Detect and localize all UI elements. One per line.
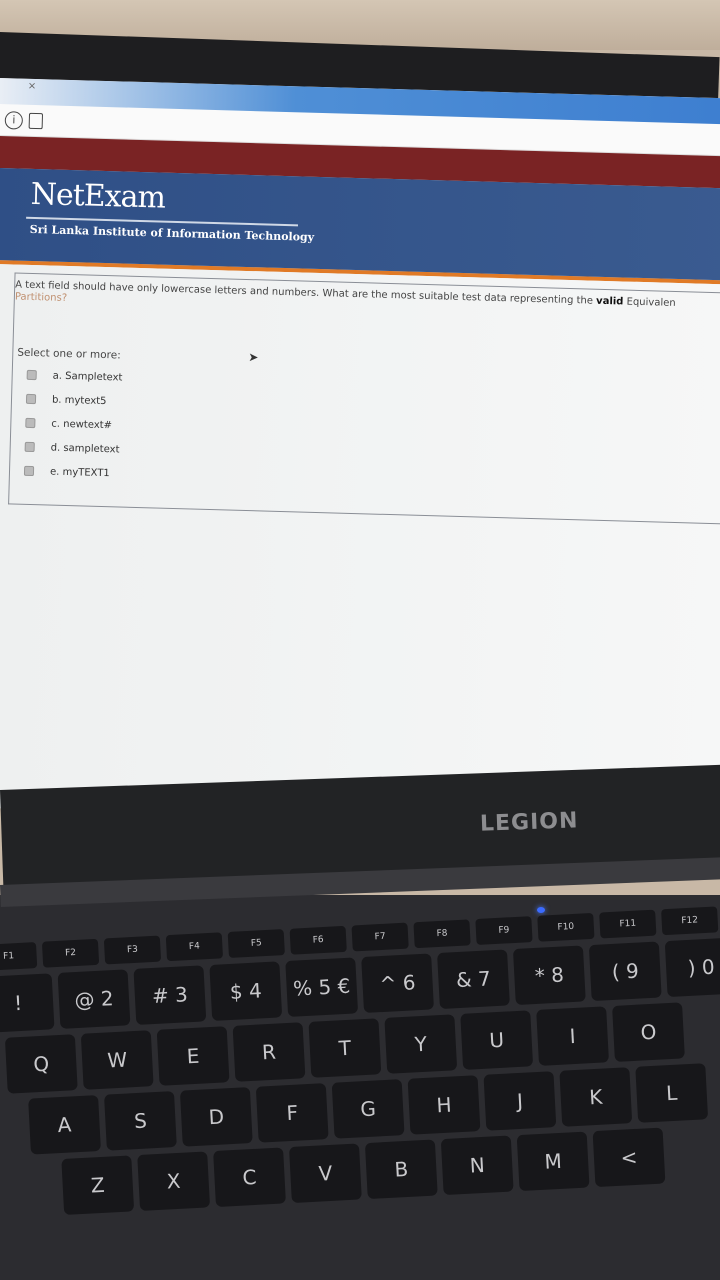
- power-led-icon: [537, 907, 545, 913]
- key[interactable]: F12: [661, 906, 719, 936]
- brand-logo: LEGION: [479, 808, 579, 837]
- key[interactable]: $ 4: [209, 961, 283, 1021]
- option-label: c. newtext#: [51, 418, 113, 431]
- key[interactable]: R: [232, 1022, 306, 1082]
- key[interactable]: K: [559, 1067, 633, 1127]
- key[interactable]: F8: [413, 919, 471, 949]
- question-emphasis: valid: [595, 295, 624, 308]
- key[interactable]: F10: [537, 912, 595, 942]
- checkbox[interactable]: [25, 417, 36, 429]
- key[interactable]: V: [289, 1143, 362, 1204]
- option-label: e. myTEXT1: [49, 466, 110, 479]
- page-icon[interactable]: [28, 112, 44, 129]
- key[interactable]: T: [308, 1018, 382, 1078]
- keyboard: F1 F2 F3 F4 F5 F6 F7 F8 F9 F10 F11 F12 ! @ 2 # 3 $ 4% …: [0, 904, 720, 1224]
- key[interactable]: M: [516, 1131, 590, 1192]
- mouse-cursor-icon: ➤: [248, 350, 259, 365]
- checkbox[interactable]: [26, 369, 37, 381]
- key[interactable]: S: [104, 1091, 177, 1151]
- info-icon[interactable]: i: [4, 110, 24, 130]
- key[interactable]: ( 9: [588, 941, 662, 1002]
- checkbox[interactable]: [24, 441, 35, 453]
- key[interactable]: X: [137, 1151, 211, 1211]
- key[interactable]: F9: [475, 916, 533, 946]
- key[interactable]: F6: [289, 925, 347, 955]
- key[interactable]: L: [635, 1063, 709, 1123]
- key[interactable]: Z: [61, 1155, 135, 1215]
- key[interactable]: % 5 €: [285, 957, 359, 1017]
- key[interactable]: F5: [227, 929, 285, 958]
- question-text-part: Equivalen: [623, 296, 676, 309]
- key[interactable]: # 3: [133, 965, 207, 1025]
- key[interactable]: F7: [351, 922, 409, 952]
- key[interactable]: J: [483, 1071, 557, 1131]
- key[interactable]: Y: [384, 1014, 458, 1074]
- option-label: d. sampletext: [50, 442, 120, 455]
- key[interactable]: ^ 6: [361, 953, 434, 1013]
- key[interactable]: F3: [103, 935, 162, 965]
- key[interactable]: C: [213, 1147, 286, 1208]
- key[interactable]: ) 0: [664, 937, 720, 998]
- key[interactable]: Q: [4, 1034, 78, 1094]
- site-subtitle: Sri Lanka Institute of Information Techn…: [29, 222, 315, 244]
- key[interactable]: F2: [41, 938, 100, 968]
- key[interactable]: @ 2: [57, 969, 131, 1029]
- key[interactable]: F11: [599, 909, 657, 939]
- site-logo[interactable]: NetExam: [30, 177, 165, 216]
- key[interactable]: H: [407, 1075, 481, 1135]
- page-content: A text field should have only lowercase …: [0, 263, 720, 829]
- laptop-screen: × i NetExam Sri Lanka Institute of Infor…: [0, 78, 720, 829]
- key[interactable]: N: [440, 1135, 514, 1196]
- checkbox[interactable]: [25, 393, 37, 405]
- key[interactable]: & 7: [437, 949, 510, 1010]
- key[interactable]: F1: [0, 942, 38, 971]
- key[interactable]: B: [364, 1139, 438, 1200]
- option-label: a. Sampletext: [52, 370, 123, 384]
- question-box: A text field should have only lowercase …: [8, 272, 720, 525]
- tab-close-button[interactable]: ×: [28, 81, 37, 92]
- key[interactable]: D: [179, 1087, 253, 1147]
- key[interactable]: F: [255, 1083, 329, 1143]
- key[interactable]: G: [331, 1079, 405, 1139]
- key[interactable]: W: [80, 1030, 154, 1090]
- option-label: b. mytext5: [51, 394, 107, 407]
- key[interactable]: A: [28, 1095, 101, 1155]
- key[interactable]: <: [592, 1127, 666, 1188]
- key[interactable]: O: [612, 1002, 685, 1062]
- key[interactable]: I: [536, 1006, 609, 1066]
- checkbox[interactable]: [23, 465, 35, 477]
- key[interactable]: U: [460, 1010, 534, 1070]
- key[interactable]: E: [156, 1026, 230, 1086]
- key[interactable]: F4: [165, 932, 224, 962]
- key[interactable]: !: [0, 973, 55, 1033]
- key[interactable]: * 8: [512, 945, 586, 1006]
